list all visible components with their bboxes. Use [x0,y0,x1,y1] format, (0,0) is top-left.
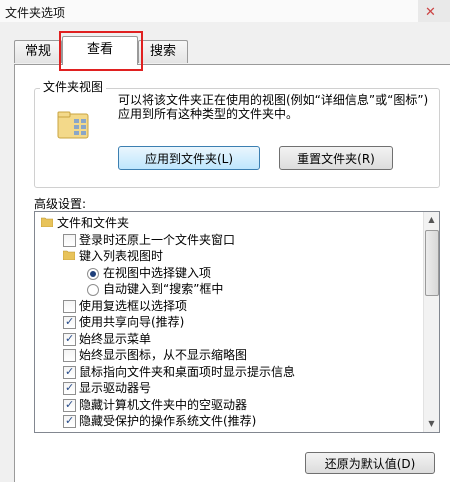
option-label: 鼠标指向文件夹和桌面项时显示提示信息 [79,364,296,379]
checkbox-unchecked[interactable] [63,349,76,362]
restore-defaults-button[interactable]: 还原为默认值(D) [305,452,435,474]
tree-group: 键入列表视图时 [35,248,420,264]
tab-general[interactable]: 常规 [14,40,62,63]
option-label: 文件和文件夹 [57,216,130,230]
option-label: 在视图中选择键入项 [103,265,212,280]
radio-option[interactable]: 自动键入到“搜索”框中 [35,281,420,297]
checkbox-option[interactable]: ✓ 鼠标指向文件夹和桌面项时显示提示信息 [35,364,420,380]
checkbox-option[interactable]: ✓ 显示驱动器号 [35,380,420,396]
option-label: 自动键入到“搜索”框中 [103,282,224,296]
checkbox-option[interactable]: ✓ 隐藏计算机文件夹中的空驱动器 [35,397,420,413]
option-label: 登录时还原上一个文件夹窗口 [79,232,236,247]
scroll-up-icon[interactable]: ▲ [424,212,439,228]
radio-option[interactable]: 在视图中选择键入项 [35,265,420,281]
close-icon: ✕ [425,5,436,20]
checkbox-checked[interactable]: ✓ [63,381,76,395]
option-label: 隐藏受保护的操作系统文件(推荐) [79,414,257,428]
checkmark-icon: ✓ [65,364,75,378]
scroll-down-icon[interactable]: ▼ [424,416,439,432]
checkbox-unchecked[interactable] [63,299,76,313]
option-label: 键入列表视图时 [79,249,164,263]
checkbox-option[interactable]: 始终显示图标，从不显示缩略图 [35,347,420,363]
title-bar: 文件夹选项 ✕ [0,0,450,22]
checkmark-icon: ✓ [65,381,75,394]
checkbox-checked[interactable]: ✓ [63,414,76,428]
advanced-settings-list[interactable]: 文件和文件夹登录时还原上一个文件夹窗口 键入列表视图时在视图中选择键入项 自动键入到… [34,211,440,433]
folder-views-title: 文件夹视图 [40,78,107,95]
checkbox-option[interactable]: ✓ 隐藏受保护的操作系统文件(推荐) [35,413,420,429]
scroll-thumb[interactable] [425,230,439,296]
checkbox-unchecked[interactable] [63,233,76,247]
tree-group: 文件和文件夹 [35,215,420,231]
close-button[interactable]: ✕ [418,0,450,22]
checkmark-icon: ✓ [65,315,75,328]
reset-folders-button[interactable]: 重置文件夹(R) [279,146,393,170]
checkmark-icon: ✓ [65,331,75,345]
radio-dot-icon [90,270,96,277]
advanced-scrollbar[interactable]: ▲ ▼ [423,212,439,432]
option-label: 始终显示菜单 [79,331,152,346]
tab-highlight-box [59,31,143,71]
apply-to-folders-button[interactable]: 应用到文件夹(L) [118,146,260,170]
tab-search[interactable]: 搜索 [138,40,188,63]
radio-selected[interactable] [87,267,99,280]
folder-icon [41,217,53,227]
folder-view-icon [57,111,89,139]
advanced-settings-label: 高级设置: [34,197,87,211]
checkbox-checked[interactable]: ✓ [63,315,76,329]
option-label: 使用复选框以选择项 [79,298,188,313]
checkbox-checked[interactable]: ✓ [63,397,76,412]
option-label: 始终显示图标，从不显示缩略图 [79,348,248,362]
checkbox-option[interactable]: 登录时还原上一个文件夹窗口 [35,232,420,248]
folder-views-description: 可以将该文件夹正在使用的视图(例如“详细信息”或“图标”)应用到所有这种类型的文… [118,93,429,121]
window-title: 文件夹选项 [5,6,66,20]
checkbox-checked[interactable]: ✓ [63,364,76,379]
radio-unselected[interactable] [87,284,99,296]
checkmark-icon: ✓ [65,414,75,427]
option-label: 使用共享向导(推荐) [79,315,185,329]
checkbox-option[interactable]: ✓ 使用共享向导(推荐) [35,314,420,330]
checkbox-option[interactable]: 使用复选框以选择项 [35,298,420,314]
checkbox-checked[interactable]: ✓ [63,331,76,346]
checkbox-option[interactable]: ✓ 始终显示菜单 [35,331,420,347]
option-label: 显示驱动器号 [79,381,152,395]
checkmark-icon: ✓ [65,397,75,411]
option-label: 隐藏计算机文件夹中的空驱动器 [79,397,248,412]
folder-icon [63,250,75,260]
